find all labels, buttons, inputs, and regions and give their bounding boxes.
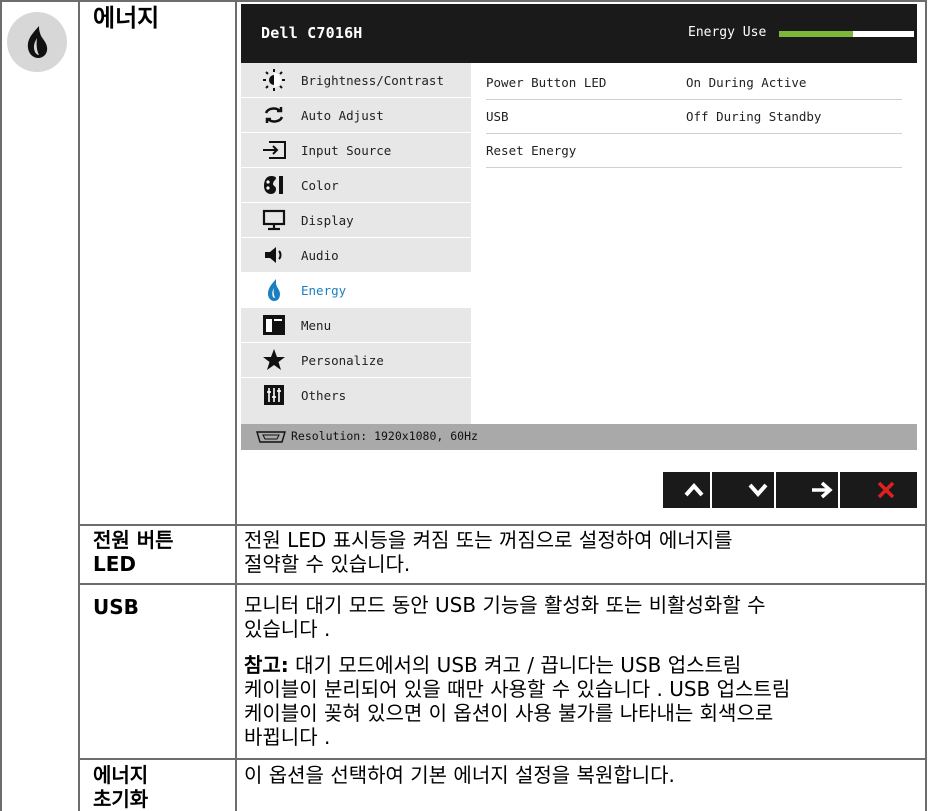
feature-label-usb: USB (93, 595, 139, 619)
osd-menu: Brightness/Contrast Auto Adjust Input So… (241, 63, 471, 424)
option-label: USB (486, 109, 509, 124)
option-reset-energy[interactable]: Reset Energy (486, 135, 902, 168)
energy-use-fill (779, 31, 854, 37)
menu-item-others[interactable]: Others (241, 378, 471, 412)
menu-item-personalize[interactable]: Personalize (241, 343, 471, 377)
flame-icon (261, 277, 287, 303)
display-icon (261, 207, 287, 233)
menu-item-auto-adjust[interactable]: Auto Adjust (241, 98, 471, 132)
option-usb[interactable]: USB Off During Standby (486, 101, 902, 134)
osd-header: Dell C7016H Energy Use (241, 4, 917, 63)
menu-item-color[interactable]: Color (241, 168, 471, 202)
note-text: 대기 모드에서의 USB 켜고 / 끕니다는 USB 업스트림 케이블이 분리되… (244, 653, 791, 749)
osd-nav-buttons (663, 472, 917, 508)
note-label: 참고: (244, 653, 289, 677)
feature-desc-usb: 모니터 대기 모드 동안 USB 기능을 활성화 또는 비활성화할 수 있습니다… (244, 593, 766, 641)
menu-item-label: Menu (301, 317, 332, 333)
section-title: 에너지 (93, 4, 160, 32)
flame-icon (27, 26, 48, 58)
energy-use-meter (779, 31, 914, 37)
menu-item-label: Auto Adjust (301, 107, 384, 123)
auto-adjust-icon (261, 102, 287, 128)
menu-item-label: Personalize (301, 352, 384, 368)
menu-item-label: Audio (301, 247, 339, 263)
menu-item-label: Color (301, 177, 339, 193)
close-icon (877, 481, 895, 499)
up-button[interactable] (663, 472, 725, 508)
input-source-icon (261, 137, 287, 163)
color-palette-icon (261, 172, 287, 198)
resolution-text: Resolution: 1920x1080, 60Hz (291, 429, 478, 443)
energy-use-label: Energy Use (688, 25, 767, 40)
menu-item-label: Input Source (301, 142, 392, 158)
speaker-icon (261, 242, 287, 268)
menu-item-label: Energy (301, 282, 347, 298)
exit-button[interactable] (855, 472, 917, 508)
option-label: Power Button LED (486, 75, 607, 90)
sliders-icon (261, 382, 287, 408)
osd-status-bar: Resolution: 1920x1080, 60Hz (241, 424, 917, 450)
feature-label-power-led: 전원 버튼 LED (93, 528, 174, 576)
option-label: Reset Energy (486, 143, 577, 158)
osd-screenshot: Dell C7016H Energy Use Brightness/Contra… (241, 4, 917, 450)
feature-desc-power-led: 전원 LED 표시등을 켜짐 또는 꺼짐으로 설정하여 에너지를 절약할 수 있… (244, 528, 733, 576)
feature-label-reset-energy: 에너지 초기화 (93, 763, 149, 811)
osd-model-title: Dell C7016H (261, 24, 363, 42)
menu-item-audio[interactable]: Audio (241, 238, 471, 272)
menu-item-input-source[interactable]: Input Source (241, 133, 471, 167)
energy-section-icon (7, 12, 67, 72)
menu-item-brightness-contrast[interactable]: Brightness/Contrast (241, 63, 471, 97)
menu-item-menu[interactable]: Menu (241, 308, 471, 342)
menu-item-label: Display (301, 212, 354, 228)
down-button[interactable] (727, 472, 789, 508)
osd-options-panel: Power Button LED On During Active USB Of… (471, 63, 917, 424)
chevron-down-icon (748, 483, 768, 497)
menu-item-energy[interactable]: Energy (241, 273, 471, 307)
menu-item-label: Brightness/Contrast (301, 72, 444, 88)
option-power-button-led[interactable]: Power Button LED On During Active (486, 67, 902, 100)
menu-icon (261, 312, 287, 338)
arrow-right-icon (812, 481, 833, 499)
brightness-icon (261, 67, 287, 93)
chevron-up-icon (684, 483, 704, 497)
option-value: On During Active (686, 75, 807, 90)
menu-item-display[interactable]: Display (241, 203, 471, 237)
feature-desc-reset-energy: 이 옵션을 선택하여 기본 에너지 설정을 복원합니다. (244, 763, 675, 787)
option-value: Off During Standby (686, 109, 822, 124)
usb-note: 참고: 대기 모드에서의 USB 켜고 / 끕니다는 USB 업스트림 케이블이… (244, 653, 924, 749)
enter-button[interactable] (791, 472, 853, 508)
vga-connector-icon (256, 431, 286, 443)
star-icon (261, 347, 287, 373)
menu-item-label: Others (301, 387, 347, 403)
